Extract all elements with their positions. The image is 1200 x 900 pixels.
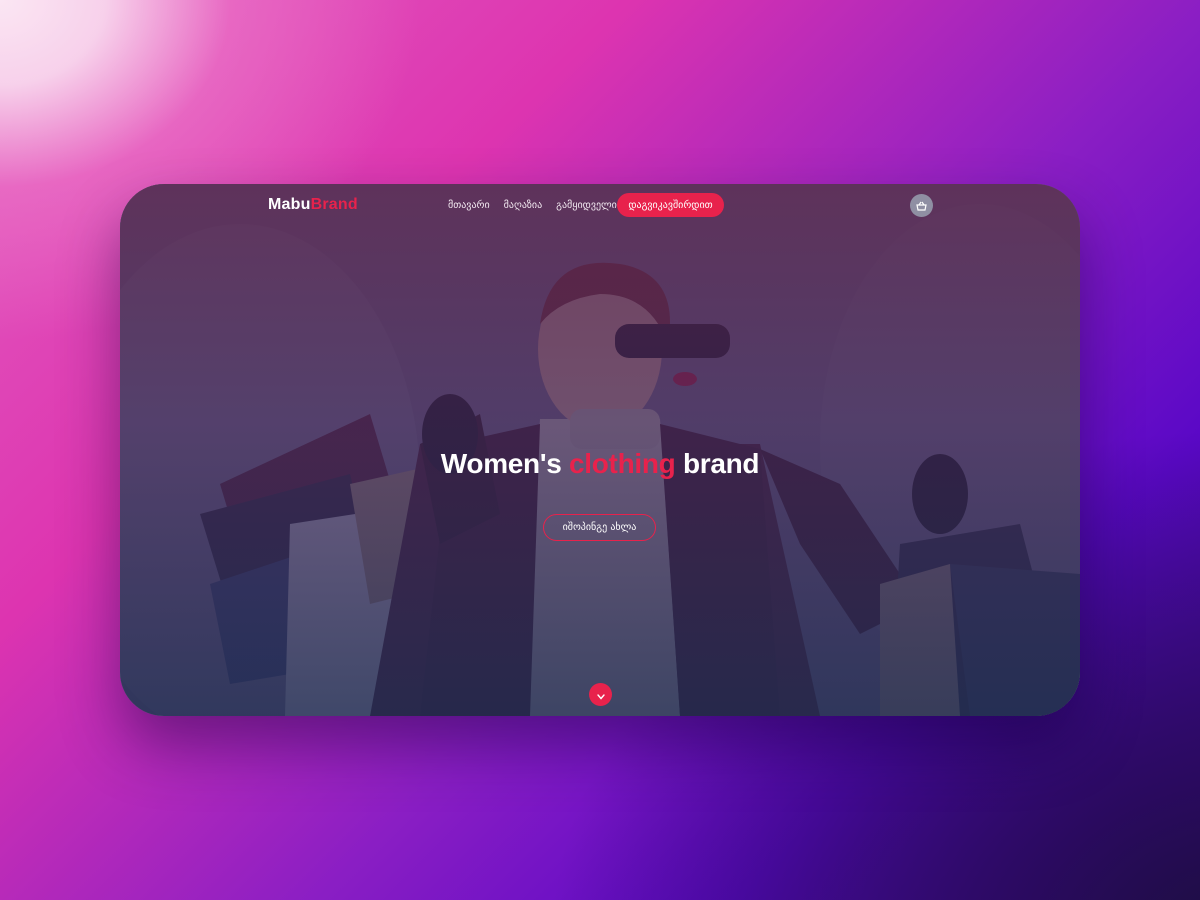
main-menu: მთავარი მაღაზია გამყიდველი [448,200,617,211]
chevron-down-icon [596,685,605,704]
logo-text-mabu: Mabu [268,196,311,213]
top-navigation: MabuBrand მთავარი მაღაზია გამყიდველი დაგ… [120,184,1080,228]
shop-now-button[interactable]: იშოპინგე ახლა [543,514,656,541]
menu-item-home[interactable]: მთავარი [448,200,490,211]
shop-now-label: იშოპინგე ახლა [562,522,637,533]
contact-button-label: დაგვიკავშირდით [628,199,713,211]
headline-accent: clothing [568,448,676,479]
scroll-down-button[interactable] [589,683,612,706]
menu-item-seller[interactable]: გამყიდველი [556,200,617,211]
cart-button[interactable] [910,194,933,217]
contact-button[interactable]: დაგვიკავშირდით [617,193,724,217]
hero-headline: Women's clothing brand [120,448,1080,480]
headline-part1: Women's [440,448,562,479]
website-preview-card: MabuBrand მთავარი მაღაზია გამყიდველი დაგ… [120,184,1080,716]
headline-part2: brand [682,448,760,479]
basket-icon [916,196,927,215]
site-logo[interactable]: MabuBrand [268,196,358,214]
menu-item-shop[interactable]: მაღაზია [504,200,543,211]
logo-text-brand: Brand [310,196,358,213]
